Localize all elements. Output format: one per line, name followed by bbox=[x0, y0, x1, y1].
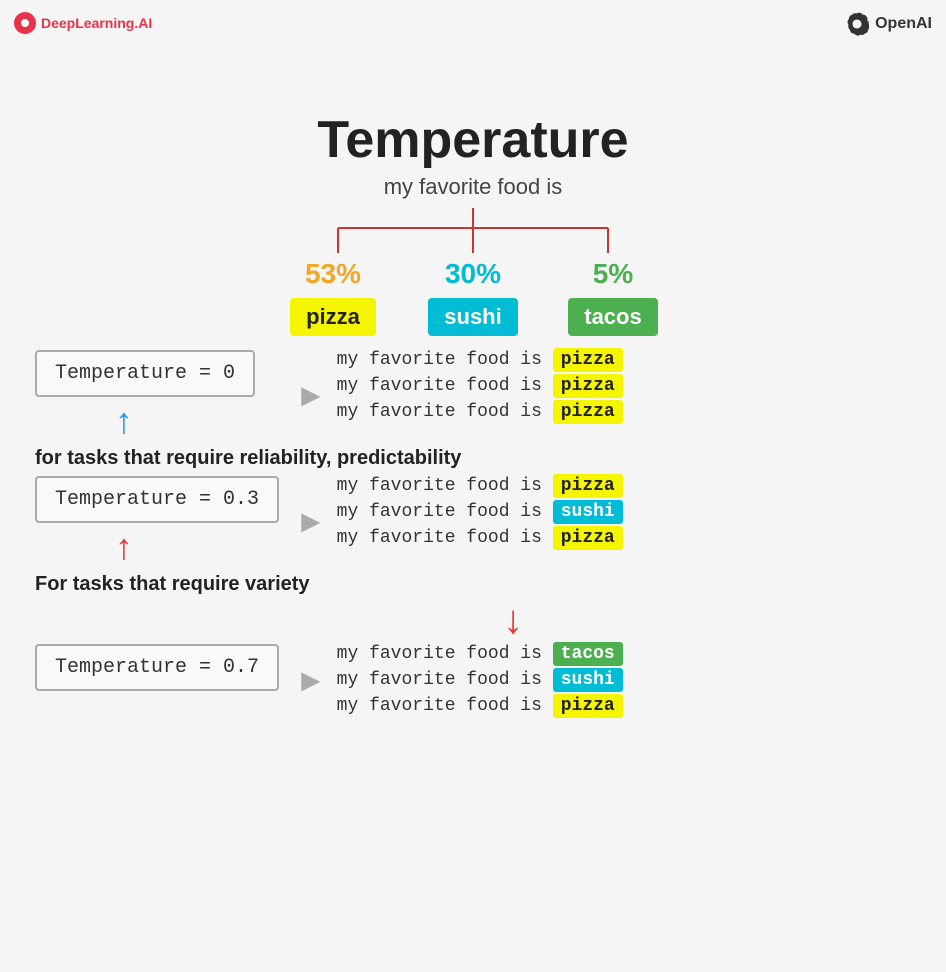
right-temp07: my favorite food is tacos my favorite fo… bbox=[337, 644, 911, 716]
output-2-1: my favorite food is sushi bbox=[337, 670, 911, 690]
output-1-1-word: sushi bbox=[553, 500, 623, 524]
openai-logo: OpenAI bbox=[845, 12, 932, 36]
output-0-2-word: pizza bbox=[553, 400, 623, 424]
page-subtitle: my favorite food is bbox=[0, 174, 946, 200]
pct-pizza: 53% pizza bbox=[263, 258, 403, 336]
tree-branches-svg bbox=[263, 208, 683, 258]
description-1: For tasks that require variety bbox=[35, 573, 911, 596]
temp-sections-area: Temperature = 0 ↑ ► my favorite food is … bbox=[0, 350, 946, 716]
tacos-badge: tacos bbox=[568, 298, 657, 336]
left-temp07: Temperature = 0.7 bbox=[35, 644, 295, 691]
section-temp07: Temperature = 0.7 ► my favorite food is … bbox=[35, 644, 911, 716]
percentages-row: 53% pizza 30% sushi 5% tacos bbox=[263, 258, 683, 336]
output-lines-0: my favorite food is pizza my favorite fo… bbox=[337, 350, 911, 422]
output-0-1-word: pizza bbox=[553, 374, 623, 398]
left-temp03: Temperature = 0.3 ↑ bbox=[35, 476, 295, 567]
output-0-0: my favorite food is pizza bbox=[337, 350, 911, 370]
output-0-1-prefix: my favorite food is bbox=[337, 376, 553, 396]
tree-diagram: 53% pizza 30% sushi 5% tacos bbox=[0, 208, 946, 336]
output-1-1: my favorite food is sushi bbox=[337, 502, 911, 522]
temp03-box: Temperature = 0.3 bbox=[35, 476, 279, 523]
pct-tacos-label: 5% bbox=[593, 258, 633, 290]
temp07-box: Temperature = 0.7 bbox=[35, 644, 279, 691]
temp0-box: Temperature = 0 bbox=[35, 350, 255, 397]
sushi-badge: sushi bbox=[428, 298, 517, 336]
pizza-badge: pizza bbox=[290, 298, 376, 336]
output-0-1: my favorite food is pizza bbox=[337, 376, 911, 396]
arrow-up-blue-0: ↑ bbox=[115, 403, 133, 439]
section-temp0: Temperature = 0 ↑ ► my favorite food is … bbox=[35, 350, 911, 441]
connector-1: ► bbox=[295, 503, 327, 540]
output-0-0-prefix: my favorite food is bbox=[337, 350, 553, 370]
output-0-2: my favorite food is pizza bbox=[337, 402, 911, 422]
output-2-2-prefix: my favorite food is bbox=[337, 696, 553, 716]
output-2-1-prefix: my favorite food is bbox=[337, 670, 553, 690]
deeplearning-text: DeepLearning.AI bbox=[41, 15, 152, 31]
description-0: for tasks that require reliability, pred… bbox=[35, 447, 911, 470]
output-lines-1: my favorite food is pizza my favorite fo… bbox=[337, 476, 911, 548]
output-0-2-prefix: my favorite food is bbox=[337, 402, 553, 422]
output-2-1-word: sushi bbox=[553, 668, 623, 692]
output-1-1-prefix: my favorite food is bbox=[337, 502, 553, 522]
section-temp03: Temperature = 0.3 ↑ ► my favorite food i… bbox=[35, 476, 911, 567]
pct-pizza-label: 53% bbox=[305, 258, 361, 290]
connector-0: ► bbox=[295, 377, 327, 414]
pct-tacos: 5% tacos bbox=[543, 258, 683, 336]
output-0-0-word: pizza bbox=[553, 348, 623, 372]
output-1-0-prefix: my favorite food is bbox=[337, 476, 553, 496]
output-2-0: my favorite food is tacos bbox=[337, 644, 911, 664]
openai-text: OpenAI bbox=[875, 15, 932, 33]
pct-sushi: 30% sushi bbox=[403, 258, 543, 336]
output-1-0: my favorite food is pizza bbox=[337, 476, 911, 496]
output-2-2: my favorite food is pizza bbox=[337, 696, 911, 716]
output-1-2-prefix: my favorite food is bbox=[337, 528, 553, 548]
arrow-down-red-2: ↓ bbox=[115, 600, 911, 640]
output-2-2-word: pizza bbox=[553, 694, 623, 718]
left-temp0: Temperature = 0 ↑ bbox=[35, 350, 295, 441]
right-temp0: my favorite food is pizza my favorite fo… bbox=[337, 350, 911, 422]
openai-icon bbox=[845, 12, 869, 36]
output-2-0-word: tacos bbox=[553, 642, 623, 666]
deeplearning-logo: DeepLearning.AI bbox=[14, 12, 152, 34]
deeplearning-icon bbox=[14, 12, 36, 34]
output-1-2-word: pizza bbox=[553, 526, 623, 550]
connector-2: ► bbox=[295, 662, 327, 699]
output-2-0-prefix: my favorite food is bbox=[337, 644, 553, 664]
page-title: Temperature bbox=[0, 110, 946, 170]
arrow-up-red-1: ↑ bbox=[115, 529, 133, 565]
right-temp03: my favorite food is pizza my favorite fo… bbox=[337, 476, 911, 548]
output-1-2: my favorite food is pizza bbox=[337, 528, 911, 548]
output-lines-2: my favorite food is tacos my favorite fo… bbox=[337, 644, 911, 716]
pct-sushi-label: 30% bbox=[445, 258, 501, 290]
output-1-0-word: pizza bbox=[553, 474, 623, 498]
